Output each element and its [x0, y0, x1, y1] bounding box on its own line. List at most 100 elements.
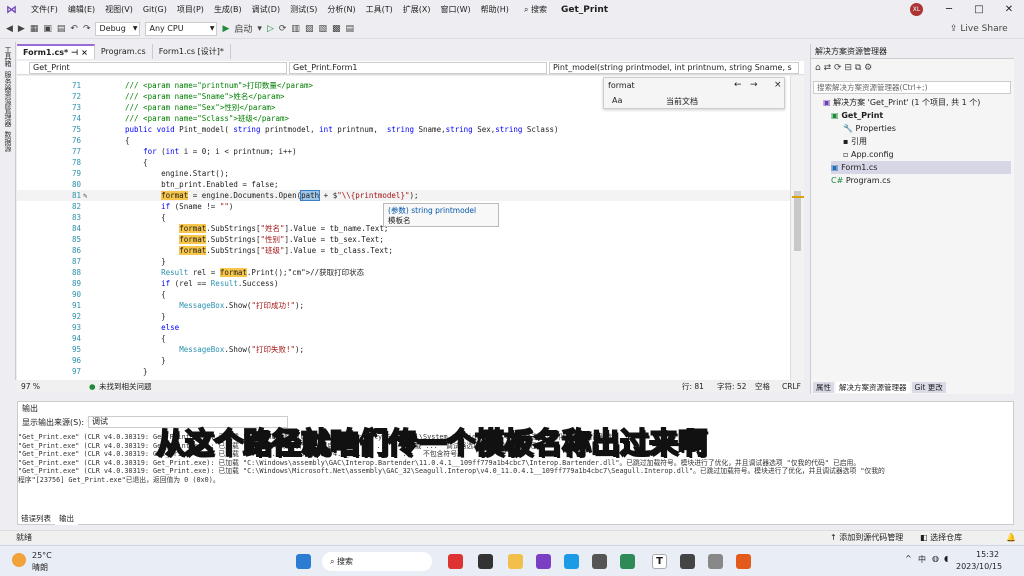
- issues-status[interactable]: 未找到相关问题: [99, 381, 152, 393]
- hot-reload-icon[interactable]: ⟳: [279, 24, 287, 34]
- app-icon-3[interactable]: [620, 554, 635, 569]
- app-icon-1[interactable]: [448, 554, 463, 569]
- tab-properties[interactable]: 属性: [813, 382, 834, 393]
- tab-error-list[interactable]: 错误列表: [17, 513, 55, 525]
- toolbar-icon-2[interactable]: ▨: [305, 24, 314, 34]
- code-editor[interactable]: 71 /// <param name="printnum">打印数量</param…: [17, 76, 790, 380]
- text-app-icon[interactable]: T: [652, 554, 667, 569]
- edge-icon[interactable]: [564, 554, 579, 569]
- class-dropdown[interactable]: Get_Print.Form1: [289, 62, 547, 74]
- sync-icon[interactable]: ⇄: [824, 63, 832, 73]
- avatar[interactable]: XL: [910, 3, 923, 16]
- network-icon[interactable]: ◍: [932, 554, 939, 563]
- configuration-select[interactable]: Debug ▼: [95, 21, 141, 36]
- close-icon[interactable]: ×: [774, 80, 782, 90]
- redo-icon[interactable]: ↷: [83, 24, 91, 34]
- tab-output[interactable]: 输出: [55, 513, 78, 525]
- tree-program-cs[interactable]: C# Program.cs: [831, 174, 891, 187]
- menu-test[interactable]: 测试(S): [285, 4, 322, 15]
- find-input[interactable]: format: [608, 81, 635, 90]
- live-share-button[interactable]: ⇪ Live Share: [950, 24, 1008, 34]
- volume-icon[interactable]: ◖: [944, 554, 948, 563]
- app-icon-2[interactable]: [592, 554, 607, 569]
- tree-form1-cs[interactable]: ▣ Form1.cs: [831, 161, 1011, 174]
- editor-scrollbar[interactable]: [790, 76, 804, 380]
- clock-date[interactable]: 2023/10/15: [956, 562, 1002, 571]
- forward-icon[interactable]: ▶: [18, 24, 25, 34]
- quick-action-icon[interactable]: ✎: [83, 190, 88, 201]
- save-all-icon[interactable]: ▤: [57, 24, 66, 34]
- menu-help[interactable]: 帮助(H): [476, 4, 514, 15]
- menu-window[interactable]: 窗口(W): [436, 4, 476, 15]
- home-icon[interactable]: ⌂: [815, 63, 821, 73]
- zoom-level[interactable]: 97 %: [21, 381, 40, 393]
- clock-time[interactable]: 15:32: [976, 550, 999, 559]
- menu-debug[interactable]: 调试(D): [247, 4, 285, 15]
- menu-analyze[interactable]: 分析(N): [322, 4, 360, 15]
- pin-icon[interactable]: ⊣: [71, 48, 78, 57]
- taskbar-search[interactable]: ⌕ 搜索: [322, 552, 432, 571]
- visual-studio-icon[interactable]: [536, 554, 551, 569]
- app-icon-4[interactable]: [680, 554, 695, 569]
- tree-properties[interactable]: 🔧 Properties: [843, 122, 896, 135]
- project-dropdown[interactable]: Get_Print: [29, 62, 287, 74]
- menu-view[interactable]: 视图(V): [100, 4, 138, 15]
- toolbar-icon-3[interactable]: ▧: [318, 24, 327, 34]
- toolbar-icon-1[interactable]: ▥: [291, 24, 300, 34]
- find-next-icon[interactable]: →: [750, 80, 758, 90]
- menu-project[interactable]: 项目(P): [172, 4, 209, 15]
- data-sources-tab[interactable]: 数据源: [3, 131, 13, 152]
- toolbar-icon-5[interactable]: ▤: [345, 24, 354, 34]
- file-explorer-icon[interactable]: [508, 554, 523, 569]
- whitespace-mode[interactable]: 空格: [755, 381, 770, 393]
- search-button[interactable]: ⌕ 搜索: [520, 4, 551, 15]
- start-dropdown-icon[interactable]: ▾: [257, 24, 262, 34]
- tab-git-changes[interactable]: Git 更改: [911, 382, 946, 393]
- notifications-icon[interactable]: 🔔: [1006, 531, 1016, 545]
- tab-form1-design[interactable]: Form1.cs [设计]*: [153, 44, 231, 59]
- tab-form1-cs[interactable]: Form1.cs* ⊣ ×: [17, 44, 95, 59]
- tab-program-cs[interactable]: Program.cs: [95, 44, 153, 59]
- back-icon[interactable]: ◀: [6, 24, 13, 34]
- match-case-icon[interactable]: Aa: [612, 96, 622, 105]
- weather-temp[interactable]: 25°C: [32, 551, 52, 560]
- windows-start-icon[interactable]: [296, 554, 311, 569]
- show-all-icon[interactable]: ⧉: [855, 63, 861, 73]
- app-icon-6[interactable]: [736, 554, 751, 569]
- menu-git[interactable]: Git(G): [138, 5, 172, 14]
- toolbar-icon-4[interactable]: ▩: [332, 24, 341, 34]
- menu-tools[interactable]: 工具(T): [361, 4, 398, 15]
- refresh-icon[interactable]: ⟳: [834, 63, 842, 73]
- add-source-control-button[interactable]: ↑ 添加到源代码管理: [830, 531, 903, 545]
- menu-edit[interactable]: 编辑(E): [63, 4, 100, 15]
- menu-file[interactable]: 文件(F): [26, 4, 63, 15]
- tree-project[interactable]: ▣ Get_Print: [831, 109, 883, 122]
- close-icon[interactable]: ×: [81, 48, 88, 57]
- tray-chevron-icon[interactable]: ^: [905, 554, 912, 563]
- undo-icon[interactable]: ↶: [70, 24, 78, 34]
- tab-solution-explorer[interactable]: 解决方案资源管理器: [836, 382, 910, 393]
- collapse-icon[interactable]: ⊟: [844, 63, 852, 73]
- member-dropdown[interactable]: Pint_model(string printmodel, int printn…: [549, 62, 799, 74]
- tree-app-config[interactable]: ▫ App.config: [843, 148, 894, 161]
- find-scope[interactable]: 当前文档: [666, 96, 698, 107]
- start-without-debug-icon[interactable]: ▷: [267, 24, 274, 34]
- task-view-icon[interactable]: [478, 554, 493, 569]
- platform-select[interactable]: Any CPU ▼: [145, 21, 218, 36]
- new-item-icon[interactable]: ▦: [30, 24, 39, 34]
- maximize-button[interactable]: □: [964, 0, 994, 19]
- save-icon[interactable]: ▣: [43, 24, 52, 34]
- select-repo-button[interactable]: ◧ 选择仓库: [920, 531, 962, 545]
- toolbox-tab[interactable]: 工具箱: [3, 46, 13, 67]
- app-icon-5[interactable]: [708, 554, 723, 569]
- start-button[interactable]: 启动: [234, 22, 252, 35]
- close-button[interactable]: ✕: [994, 0, 1024, 19]
- start-icon[interactable]: ▶: [222, 24, 229, 34]
- settings-icon[interactable]: ⚙: [864, 63, 872, 73]
- menu-extensions[interactable]: 扩展(X): [398, 4, 436, 15]
- server-explorer-tab[interactable]: 服务器资源管理器: [3, 71, 13, 127]
- find-previous-icon[interactable]: ←: [734, 80, 742, 90]
- scrollbar-thumb[interactable]: [794, 191, 801, 251]
- tree-references[interactable]: ▪ 引用: [843, 135, 867, 148]
- tree-solution[interactable]: ▣ 解决方案 'Get_Print' (1 个项目, 共 1 个): [823, 96, 980, 109]
